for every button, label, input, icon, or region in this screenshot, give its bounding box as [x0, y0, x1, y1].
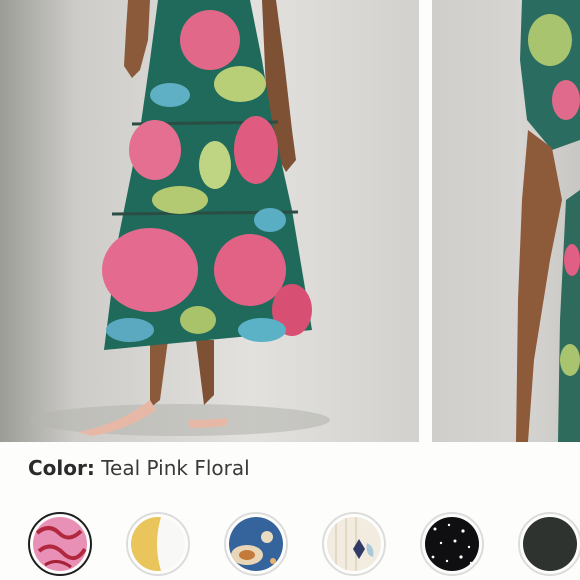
- black-dot-pattern-icon: [425, 517, 479, 571]
- product-photo-main[interactable]: [0, 0, 419, 442]
- color-swatch-cream-stripe[interactable]: [322, 512, 386, 576]
- color-selection-label: Color: Teal Pink Floral: [28, 456, 250, 480]
- charcoal-solid-icon: [523, 517, 577, 571]
- blue-paisley-pattern-icon: [229, 517, 283, 571]
- model-full-dress-photo-illustration: [30, 0, 330, 436]
- color-swatch-charcoal[interactable]: [518, 512, 580, 576]
- model-detail-photo-illustration: [516, 0, 580, 442]
- color-swatch-blue-paisley[interactable]: [224, 512, 288, 576]
- color-swatch-black-dot[interactable]: [420, 512, 484, 576]
- product-photo-secondary[interactable]: [432, 0, 580, 442]
- pink-squiggle-pattern-icon: [33, 517, 87, 571]
- color-label: Color:: [28, 456, 95, 480]
- color-swatch-pink-red-squiggle[interactable]: [28, 512, 92, 576]
- cream-stripe-pattern-icon: [327, 517, 381, 571]
- selected-color-name: Teal Pink Floral: [101, 456, 250, 480]
- product-image-gallery[interactable]: [0, 0, 580, 442]
- color-swatch-yellow-white[interactable]: [126, 512, 190, 576]
- yellow-white-split-icon: [131, 517, 185, 571]
